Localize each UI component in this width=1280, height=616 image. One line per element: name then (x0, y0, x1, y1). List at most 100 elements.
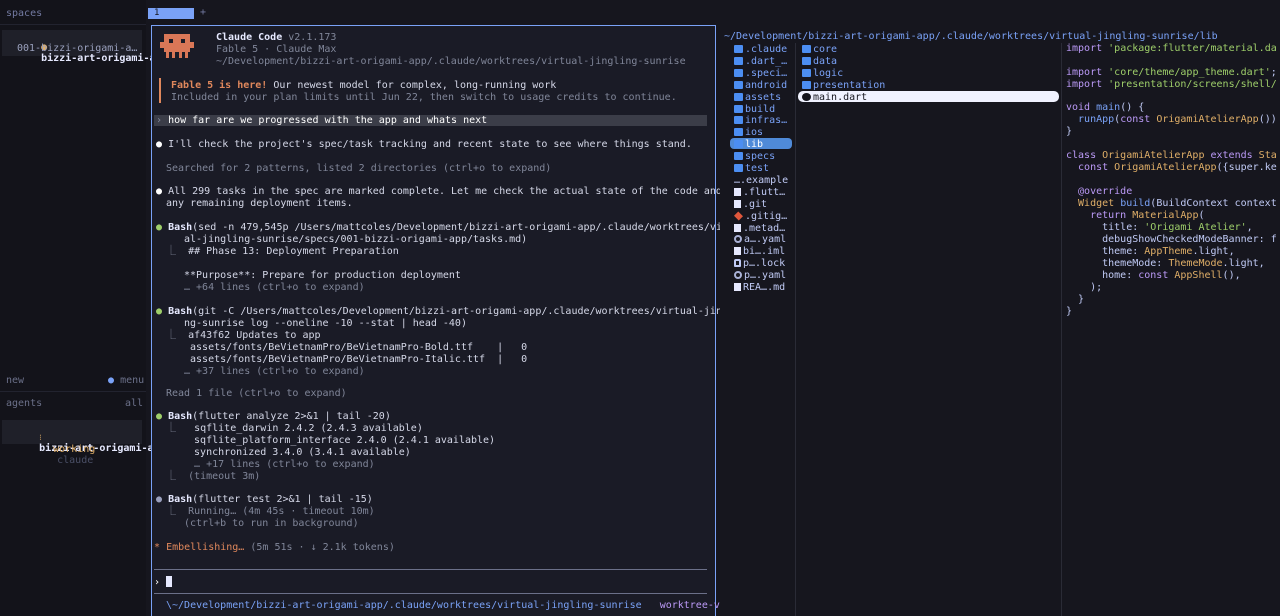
file-item[interactable]: p….yaml (734, 270, 786, 281)
folder-icon (734, 164, 743, 172)
message-input[interactable] (154, 573, 707, 593)
entry-label: .git (743, 198, 768, 210)
folder-item[interactable]: ios (734, 127, 763, 138)
entry-label: assets (745, 91, 782, 103)
agents-all-button[interactable]: all (125, 398, 143, 409)
dart-icon (802, 92, 811, 101)
running-dot-icon: ● (156, 494, 163, 505)
column-divider (795, 43, 796, 616)
folder-item[interactable]: .dart_… (734, 56, 787, 67)
folder-item[interactable]: specs (734, 151, 775, 162)
folder-icon (734, 68, 743, 77)
folder-item[interactable]: build (734, 104, 775, 115)
app-name: Claude Code (216, 32, 283, 43)
folder-icon (734, 92, 743, 101)
file-item[interactable]: p….lock (734, 258, 785, 269)
bash-4-cmd: (flutter test 2>&1 | tail -15) (192, 494, 373, 505)
lock-icon (734, 259, 741, 268)
menu-label: menu (120, 375, 145, 386)
success-dot-icon: ● (156, 306, 163, 317)
folder-item[interactable]: data (802, 56, 837, 67)
file-icon (734, 199, 741, 208)
folder-item[interactable]: .speci… (734, 68, 787, 79)
file-item[interactable]: .flutt… (734, 187, 785, 198)
notice-subtext: Included in your plan limits until Jun 2… (171, 92, 677, 103)
folder-item[interactable]: core (802, 44, 837, 55)
file-icon (734, 247, 741, 256)
file-item[interactable]: a….yaml (734, 234, 786, 245)
tab-1[interactable]: 1 (148, 8, 194, 19)
entry-label: ….example (734, 174, 789, 186)
entry-label: presentation (813, 79, 886, 91)
notice-title: Fable 5 is here! (171, 80, 268, 91)
bash-4-out-2: (ctrl+b to run in background) (184, 518, 359, 529)
folder-item[interactable]: android (734, 80, 787, 91)
entry-label: main.dart (813, 91, 868, 103)
bash-1-cmd-a: (sed -n 479,545p /Users/mattcoles/Develo… (192, 222, 741, 233)
folder-item[interactable]: .claude (734, 44, 787, 55)
folder-item[interactable]: lib (734, 139, 763, 150)
entry-label: test (745, 163, 770, 174)
entry-label: .dart_… (745, 55, 788, 67)
status-word: Embellishing… (166, 542, 245, 553)
folder-icon (734, 152, 743, 161)
status-meta: (5m 51s · ↓ 2.1k tokens) (244, 542, 395, 553)
gear-icon (734, 235, 742, 244)
entry-label: lib (745, 139, 764, 151)
file-item[interactable]: main.dart (802, 92, 867, 103)
entry-label: REA….md (743, 282, 786, 293)
file-item[interactable]: REA….md (734, 282, 785, 293)
bash-label: Bash (168, 494, 193, 505)
entry-label: .claude (745, 44, 788, 55)
agent-kind: claude (57, 455, 94, 466)
bash-label: Bash (168, 222, 193, 233)
bash-1-cmd-b: al-jingling-sunrise/specs/001-bizzi-orig… (184, 234, 528, 245)
tree-branch-icon: ⎿ (166, 246, 183, 257)
bash-3-cmd: (flutter analyze 2>&1 | tail -20) (192, 411, 391, 422)
file-item[interactable]: .metad… (734, 223, 785, 234)
gear-icon (734, 271, 742, 280)
bash-1-out-2: **Purpose**: Prepare for production depl… (184, 270, 461, 281)
menu-dot-icon: ● (108, 375, 115, 386)
entry-label: .flutt… (743, 186, 786, 198)
spaces-label: spaces (6, 8, 43, 19)
folder-item[interactable]: presentation (802, 80, 885, 91)
folder-item[interactable]: logic (802, 68, 843, 79)
file-item[interactable]: .git (734, 199, 767, 210)
claude-code-pane[interactable]: Claude Code v2.1.173 Fable 5 · Claude Ma… (151, 25, 740, 616)
file-manager-pane[interactable]: ~/Development/bizzi-art-origami-app/.cla… (720, 25, 1280, 616)
bash-1-more[interactable]: … +64 lines (ctrl+o to expand) (184, 282, 365, 294)
file-item[interactable]: ….example (734, 175, 788, 186)
folder-item[interactable]: infras… (734, 115, 787, 126)
add-tab-button[interactable]: + (200, 7, 206, 18)
folder-icon (734, 104, 743, 113)
folder-item[interactable]: test (734, 163, 769, 174)
file-manager-path: ~/Development/bizzi-art-origami-app/.cla… (724, 31, 1218, 42)
cwd-line: ~/Development/bizzi-art-origami-app/.cla… (216, 56, 686, 67)
assistant-msg-2b: any remaining deployment items. (166, 198, 353, 209)
bash-3-more[interactable]: … +17 lines (ctrl+o to expand) (182, 459, 375, 471)
success-dot-icon: ● (156, 411, 163, 422)
folder-item[interactable]: assets (734, 92, 781, 103)
folder-icon (802, 56, 811, 65)
file-icon (734, 187, 741, 196)
tree-branch-icon: ⎿ (166, 330, 183, 341)
new-button[interactable]: new (6, 375, 24, 386)
sidebar: spaces ● bizzi-art-origami-app 001-bizzi… (0, 0, 168, 616)
folder-icon (734, 56, 743, 65)
claude-mascot-icon (160, 34, 194, 58)
folder-icon (734, 45, 743, 53)
file-item[interactable]: .gitig… (733, 211, 787, 222)
entry-label: logic (813, 67, 844, 79)
bash-2-more[interactable]: … +37 lines (ctrl+o to expand) (184, 366, 365, 378)
read-summary[interactable]: Read 1 file (ctrl+o to expand) (166, 388, 347, 400)
bash-3-timeout: (timeout 3m) (188, 471, 261, 482)
space-subtitle: 001-bizzi-origami-a… (17, 43, 138, 54)
entry-label: a….yaml (744, 234, 787, 246)
space-item[interactable]: ● bizzi-art-origami-app 001-bizzi-origam… (2, 30, 168, 64)
folder-icon (734, 128, 743, 137)
agent-item[interactable]: ⁝ bizzi-art-origami-app working claude (2, 420, 166, 466)
menu-button[interactable]: ● menu (108, 375, 144, 386)
entry-label: android (745, 79, 788, 91)
file-item[interactable]: bi….iml (734, 246, 785, 257)
